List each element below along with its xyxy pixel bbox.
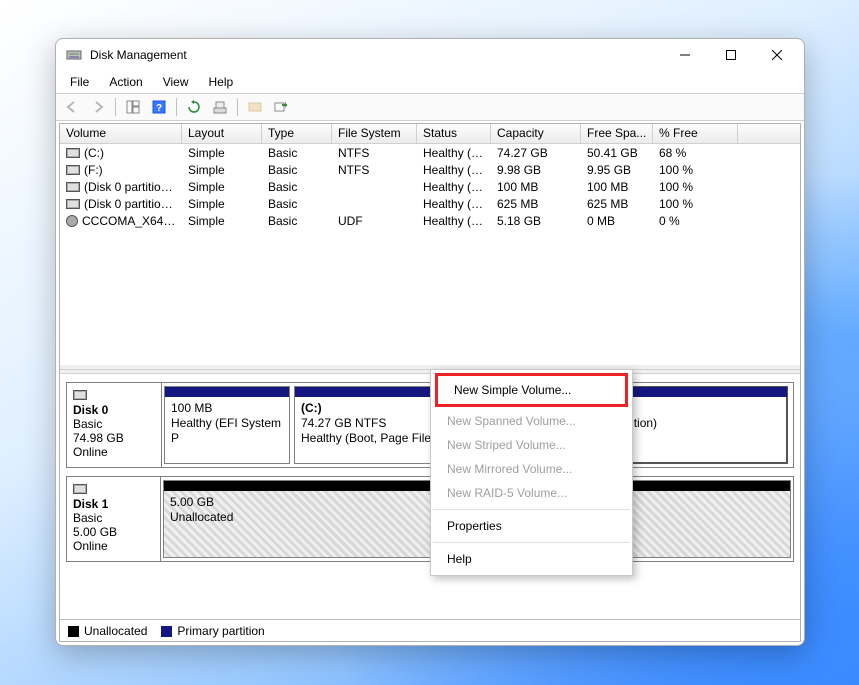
partition-context-menu: New Simple Volume... New Spanned Volume.… bbox=[430, 369, 633, 576]
col-layout[interactable]: Layout bbox=[182, 124, 262, 143]
volume-row[interactable]: (C:)SimpleBasicNTFSHealthy (B...74.27 GB… bbox=[60, 144, 800, 161]
col-pctfree[interactable]: % Free bbox=[653, 124, 738, 143]
cm-help[interactable]: Help bbox=[431, 547, 632, 571]
cm-new-simple-volume[interactable]: New Simple Volume... bbox=[438, 378, 625, 402]
refresh-button[interactable] bbox=[182, 96, 206, 118]
menu-file[interactable]: File bbox=[62, 73, 97, 91]
back-button[interactable] bbox=[60, 96, 84, 118]
layout-button[interactable] bbox=[121, 96, 145, 118]
svg-text:?: ? bbox=[156, 103, 162, 114]
menu-action[interactable]: Action bbox=[101, 73, 150, 91]
partition[interactable]: 100 MBHealthy (EFI System P bbox=[164, 386, 290, 464]
col-capacity[interactable]: Capacity bbox=[491, 124, 581, 143]
col-filesystem[interactable]: File System bbox=[332, 124, 417, 143]
volume-row[interactable]: (Disk 0 partition 4)SimpleBasicHealthy (… bbox=[60, 195, 800, 212]
volume-row[interactable]: (F:)SimpleBasicNTFSHealthy (B...9.98 GB9… bbox=[60, 161, 800, 178]
help-button[interactable]: ? bbox=[147, 96, 171, 118]
cm-new-spanned-volume: New Spanned Volume... bbox=[431, 409, 632, 433]
window-title: Disk Management bbox=[90, 48, 662, 62]
col-status[interactable]: Status bbox=[417, 124, 491, 143]
disk-info[interactable]: Disk 0Basic74.98 GBOnline bbox=[67, 383, 162, 467]
menu-view[interactable]: View bbox=[155, 73, 197, 91]
titlebar[interactable]: Disk Management bbox=[56, 39, 804, 71]
volume-row[interactable]: CCCOMA_X64FRE...SimpleBasicUDFHealthy (P… bbox=[60, 212, 800, 229]
legend-label-unallocated: Unallocated bbox=[84, 624, 147, 638]
legend-swatch-primary bbox=[161, 626, 172, 637]
cm-new-mirrored-volume: New Mirrored Volume... bbox=[431, 457, 632, 481]
cm-new-striped-volume: New Striped Volume... bbox=[431, 433, 632, 457]
app-icon bbox=[66, 47, 82, 63]
legend-swatch-unallocated bbox=[68, 626, 79, 637]
tool5-button[interactable] bbox=[243, 96, 267, 118]
forward-button[interactable] bbox=[86, 96, 110, 118]
maximize-button[interactable] bbox=[708, 40, 754, 70]
col-free[interactable]: Free Spa... bbox=[581, 124, 653, 143]
minimize-button[interactable] bbox=[662, 40, 708, 70]
cm-properties[interactable]: Properties bbox=[431, 514, 632, 538]
menu-help[interactable]: Help bbox=[201, 73, 242, 91]
close-button[interactable] bbox=[754, 40, 800, 70]
disk-info[interactable]: Disk 1Basic5.00 GBOnline bbox=[67, 477, 161, 561]
volume-row[interactable]: (Disk 0 partition 1)SimpleBasicHealthy (… bbox=[60, 178, 800, 195]
col-volume[interactable]: Volume bbox=[60, 124, 182, 143]
legend: Unallocated Primary partition bbox=[60, 619, 800, 641]
toolbar: ? bbox=[56, 93, 804, 121]
legend-label-primary: Primary partition bbox=[177, 624, 264, 638]
volume-list[interactable]: Volume Layout Type File System Status Ca… bbox=[60, 124, 800, 369]
menubar: File Action View Help bbox=[56, 71, 804, 93]
cm-new-raid5-volume: New RAID-5 Volume... bbox=[431, 481, 632, 505]
volume-list-header: Volume Layout Type File System Status Ca… bbox=[60, 124, 800, 144]
settings-button[interactable] bbox=[208, 96, 232, 118]
tool6-button[interactable] bbox=[269, 96, 293, 118]
col-type[interactable]: Type bbox=[262, 124, 332, 143]
